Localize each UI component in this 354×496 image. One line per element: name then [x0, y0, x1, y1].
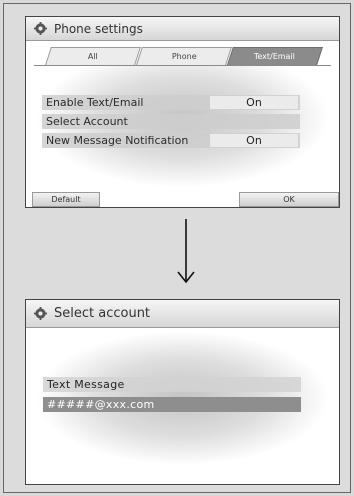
tab-underline — [34, 65, 331, 66]
tab-all[interactable]: All — [45, 47, 141, 65]
tab-label: All — [87, 52, 98, 61]
setting-row-enable-text-email[interactable]: Enable Text/Email On — [42, 95, 300, 110]
arrow-down-icon — [177, 219, 195, 284]
default-button[interactable]: Default — [32, 192, 100, 207]
ok-button[interactable]: OK — [239, 192, 339, 207]
account-item-email[interactable]: #####@xxx.com — [43, 397, 301, 412]
account-label: Text Message — [47, 378, 125, 391]
select-account-screen: Select account Text Message #####@xxx.co… — [25, 299, 340, 485]
setting-value: On — [210, 134, 298, 147]
setting-row-new-message-notification[interactable]: New Message Notification On — [42, 133, 300, 148]
tab-bar: All Phone Text/Email — [45, 47, 323, 65]
tab-phone[interactable]: Phone — [136, 47, 232, 65]
figure-frame: Phone settings All Phone Text/Email Enab… — [3, 3, 351, 493]
page-title: Select account — [54, 306, 151, 321]
phone-settings-screen: Phone settings All Phone Text/Email Enab… — [25, 16, 340, 208]
gear-icon — [34, 22, 47, 35]
setting-label: Select Account — [46, 115, 128, 128]
tab-label: Phone — [171, 52, 197, 61]
tab-label: Text/Email — [254, 52, 296, 61]
setting-row-select-account[interactable]: Select Account — [42, 114, 300, 129]
setting-label: New Message Notification — [46, 134, 189, 147]
account-item-text-message[interactable]: Text Message — [43, 377, 301, 392]
account-label: #####@xxx.com — [47, 398, 155, 411]
title-bar: Select account — [26, 300, 339, 328]
title-bar: Phone settings — [26, 17, 339, 41]
gear-icon — [34, 307, 47, 320]
setting-label: Enable Text/Email — [46, 96, 144, 109]
setting-value: On — [210, 96, 298, 109]
page-title: Phone settings — [54, 21, 143, 36]
tab-text-email[interactable]: Text/Email — [227, 47, 323, 65]
